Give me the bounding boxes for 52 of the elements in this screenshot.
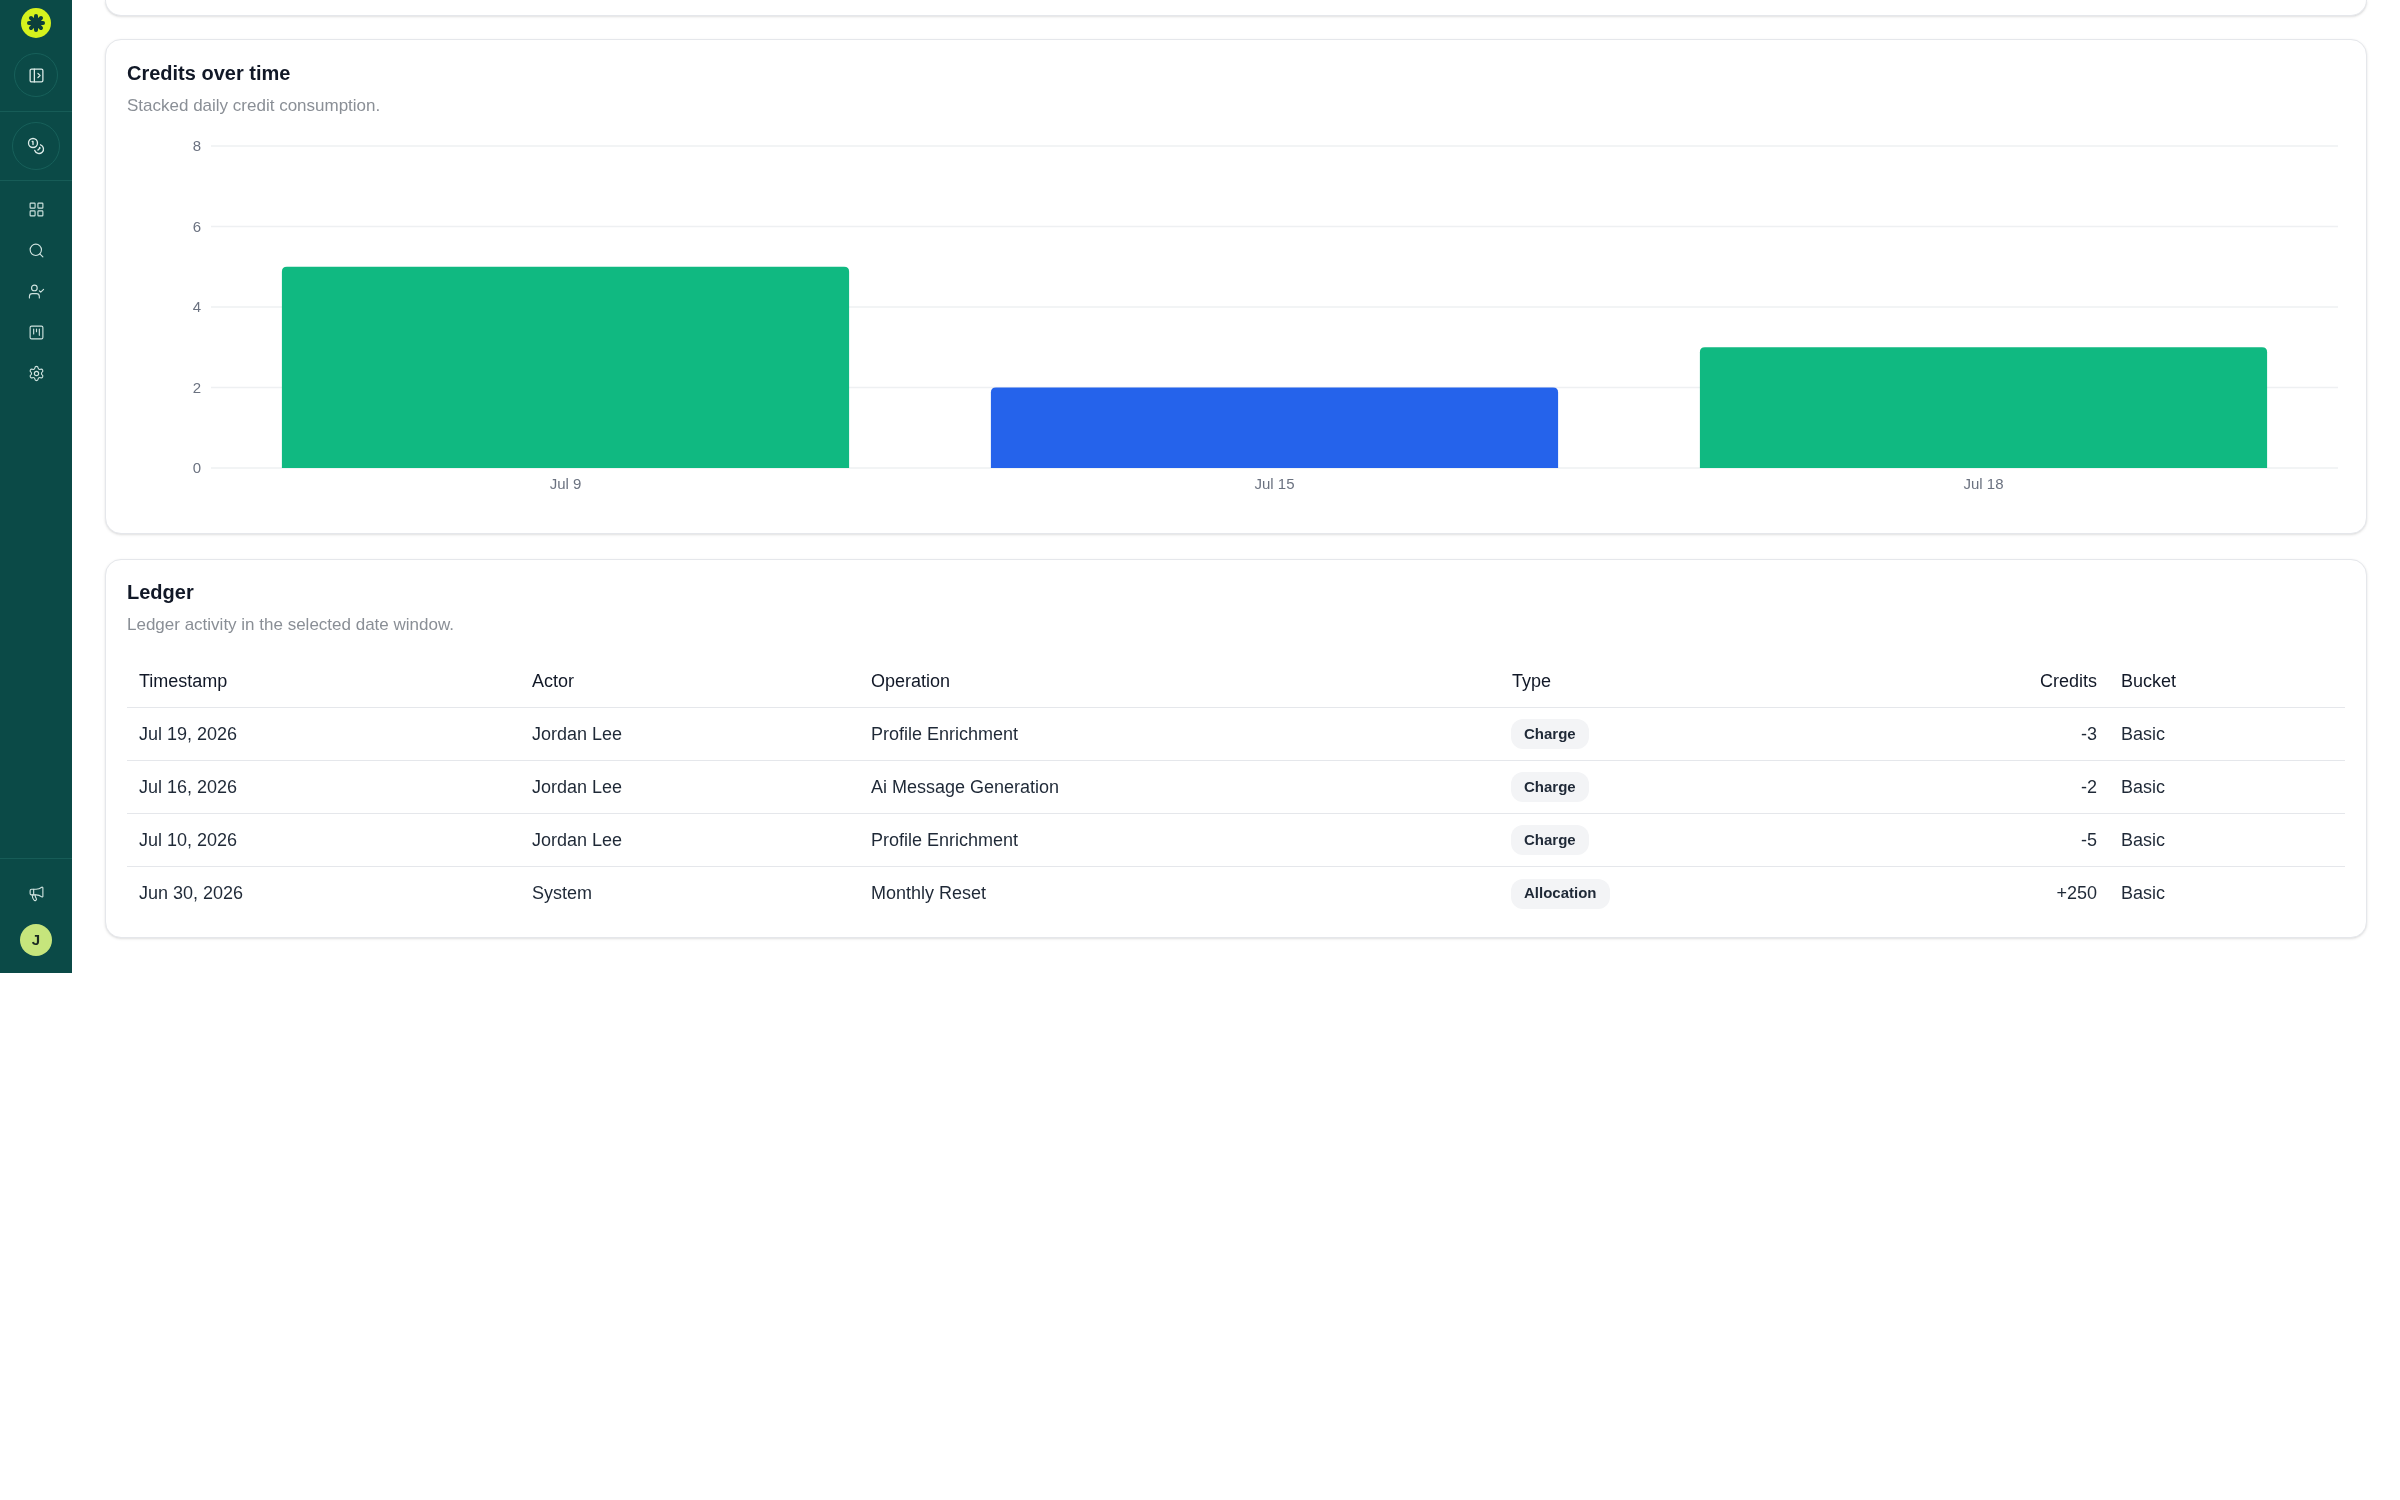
board-icon[interactable] bbox=[27, 324, 45, 341]
table-cell-text: Ai Message Generation bbox=[870, 775, 1061, 799]
type-badge: Charge bbox=[1511, 772, 1589, 802]
y-axis-label: 0 bbox=[192, 459, 201, 477]
coins-icon bbox=[27, 137, 45, 155]
megaphone-icon[interactable] bbox=[27, 885, 45, 902]
y-axis-label: 2 bbox=[192, 378, 201, 396]
column-header: Bucket bbox=[2120, 669, 2178, 693]
x-axis-label: Jul 9 bbox=[549, 475, 582, 493]
column-header: Type bbox=[1511, 669, 1553, 693]
table-cell-text: Basic bbox=[2120, 775, 2166, 799]
table-cell-text: Jordan Lee bbox=[531, 775, 624, 799]
table-cell-text: Jul 10, 2026 bbox=[138, 828, 239, 852]
table-cell-text: Monthly Reset bbox=[870, 882, 988, 905]
y-axis-label: 4 bbox=[192, 298, 201, 316]
card-title: Ledger bbox=[127, 580, 195, 605]
column-header: Credits bbox=[2039, 669, 2098, 693]
table-cell-text: Jul 19, 2026 bbox=[138, 722, 239, 746]
logo-icon[interactable] bbox=[21, 8, 51, 38]
table-cell-text: Jun 30, 2026 bbox=[138, 882, 245, 905]
panel-icon bbox=[27, 66, 45, 84]
type-badge: Allocation bbox=[1511, 878, 1610, 909]
user-avatar[interactable]: J bbox=[20, 924, 52, 956]
table-cell-text: Jul 16, 2026 bbox=[138, 775, 239, 799]
grid-icon[interactable] bbox=[27, 201, 45, 218]
table-cell-text: Profile Enrichment bbox=[870, 722, 1020, 746]
y-axis-label: 6 bbox=[192, 217, 201, 235]
card-title: Credits over time bbox=[127, 61, 292, 86]
table-cell-text: Jordan Lee bbox=[531, 828, 624, 852]
settings-icon[interactable] bbox=[27, 365, 45, 382]
card-subtitle: Stacked daily credit consumption. bbox=[127, 95, 382, 117]
x-axis-label: Jul 18 bbox=[1963, 475, 2004, 493]
column-header: Actor bbox=[531, 669, 575, 693]
table-cell-text: -2 bbox=[2080, 775, 2098, 799]
table-cell-text: Basic bbox=[2120, 882, 2166, 905]
table-cell-text: Profile Enrichment bbox=[870, 828, 1020, 852]
table-cell-text: Basic bbox=[2120, 828, 2166, 852]
type-badge: Charge bbox=[1511, 719, 1589, 749]
table-cell-text: -5 bbox=[2080, 828, 2098, 852]
user-check-icon[interactable] bbox=[27, 283, 45, 300]
table-cell-text: System bbox=[531, 882, 593, 905]
table-cell-text: Jordan Lee bbox=[531, 722, 624, 746]
table-cell-text: -3 bbox=[2080, 722, 2098, 746]
y-axis-label: 8 bbox=[192, 137, 201, 155]
table-cell-text: +250 bbox=[2055, 882, 2098, 905]
column-header: Timestamp bbox=[138, 669, 229, 693]
x-axis-label: Jul 15 bbox=[1254, 475, 1295, 493]
search-icon[interactable] bbox=[27, 242, 45, 259]
type-badge: Charge bbox=[1511, 825, 1589, 855]
table-cell-text: Basic bbox=[2120, 722, 2166, 746]
column-header: Operation bbox=[870, 669, 952, 693]
card-subtitle: Ledger activity in the selected date window. bbox=[127, 614, 455, 636]
